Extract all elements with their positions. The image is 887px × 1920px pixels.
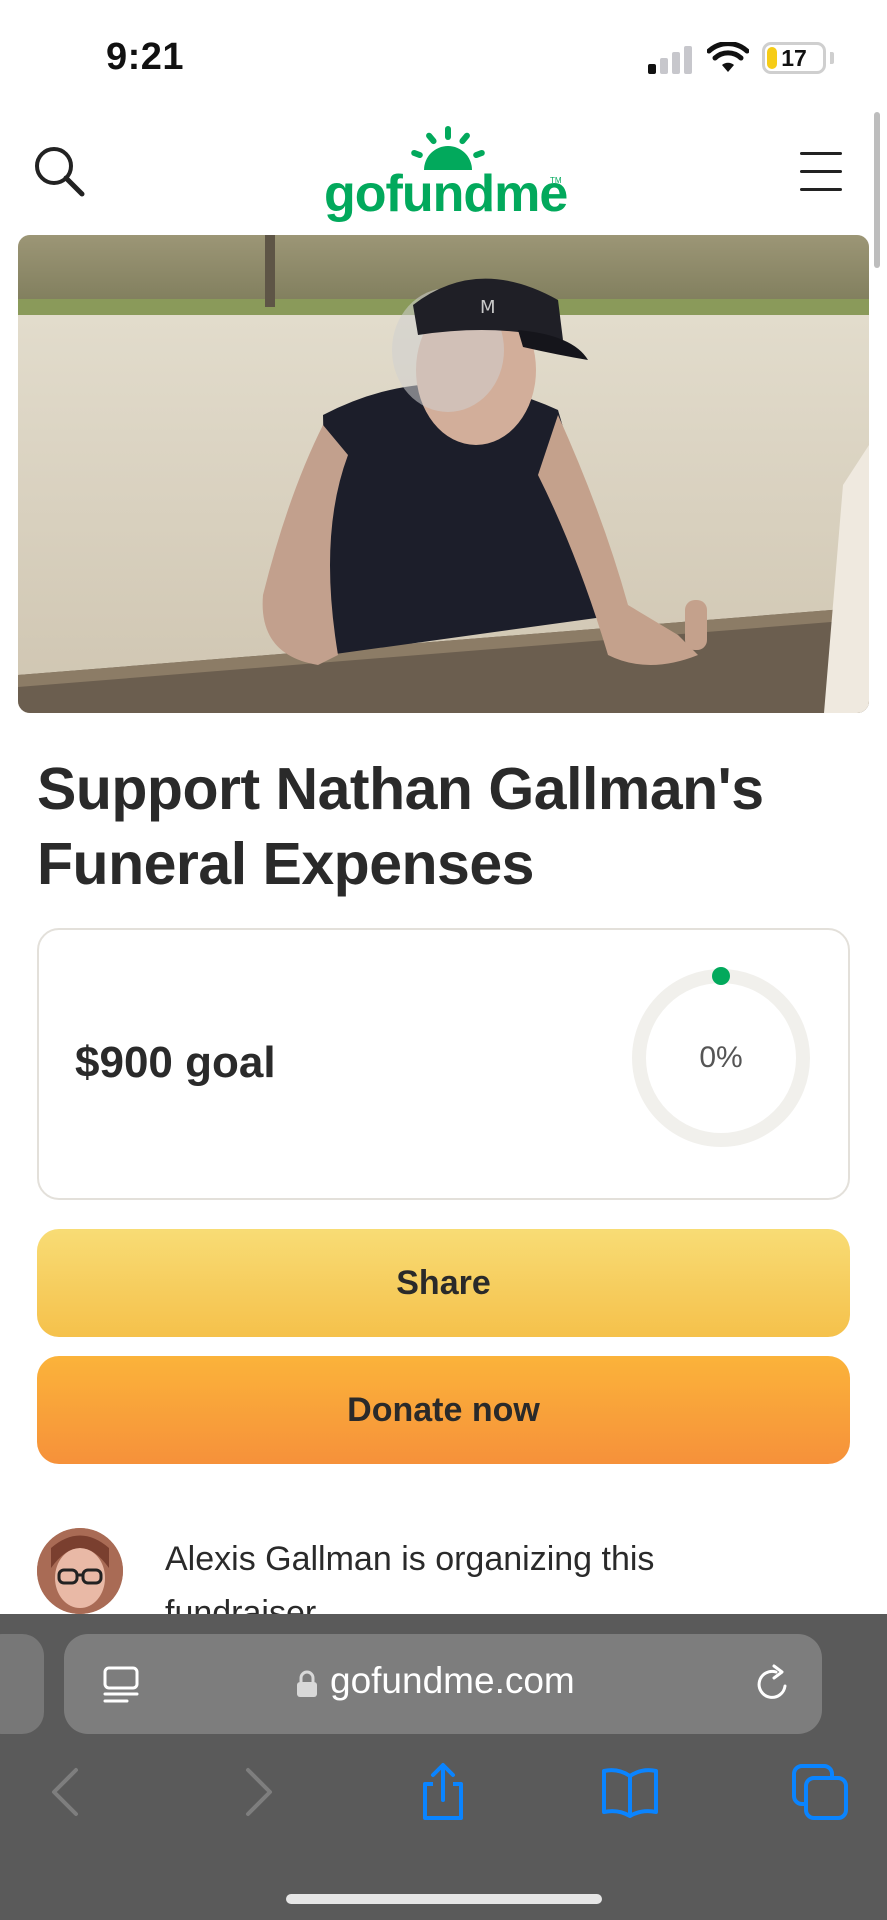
hamburger-menu-button[interactable] <box>796 150 848 194</box>
forward-icon[interactable] <box>228 1762 288 1822</box>
progress-percent: 0% <box>699 1041 743 1074</box>
wifi-icon <box>707 42 749 72</box>
battery-icon: 17 <box>762 42 826 74</box>
logo-text: gofundme <box>324 165 568 223</box>
hero-illustration: M <box>18 235 869 713</box>
battery-level: 17 <box>781 45 807 71</box>
donate-now-button[interactable]: Donate now <box>37 1356 850 1464</box>
goal-amount: $900 goal <box>75 1038 276 1087</box>
logo-trademark: TM <box>550 176 562 185</box>
share-icon[interactable] <box>413 1762 473 1822</box>
search-icon <box>35 147 85 197</box>
fundraiser-photo[interactable]: M <box>18 235 869 713</box>
campaign-title: Support Nathan Gallman's Funeral Expense… <box>37 756 764 897</box>
url-text: gofundme.com <box>330 1660 575 1701</box>
status-time: 9:21 <box>106 36 185 78</box>
bookmarks-icon[interactable] <box>600 1762 660 1822</box>
tabs-icon[interactable] <box>790 1762 850 1822</box>
browser-toolbar: gofundme.com <box>0 1614 887 1920</box>
lock-icon <box>297 1670 317 1697</box>
cellular-signal-icon <box>648 44 692 74</box>
address-bar[interactable]: gofundme.com <box>64 1634 822 1734</box>
reload-icon[interactable] <box>752 1664 792 1704</box>
site-header: gofundme TM <box>0 112 887 234</box>
organizer-avatar[interactable] <box>37 1528 123 1614</box>
gofundme-logo[interactable]: gofundme TM <box>320 126 570 226</box>
reader-icon[interactable] <box>102 1666 140 1704</box>
screen: 9:21 17 gofundme TM M Support Nathan Gal… <box>0 0 887 1920</box>
organizer-row: Alexis Gallman is organizing this fundra… <box>37 1528 857 1632</box>
home-indicator[interactable] <box>286 1894 602 1904</box>
status-bar: 9:21 17 <box>0 0 887 112</box>
back-icon[interactable] <box>36 1762 96 1822</box>
search-button[interactable] <box>30 142 90 202</box>
svg-text:M: M <box>480 297 496 318</box>
goal-card: $900 goal 0% <box>37 928 850 1200</box>
share-button[interactable]: Share <box>37 1229 850 1337</box>
previous-tab-peek[interactable] <box>0 1634 44 1734</box>
page-scrollbar[interactable] <box>874 112 880 268</box>
battery-cap <box>830 52 834 64</box>
